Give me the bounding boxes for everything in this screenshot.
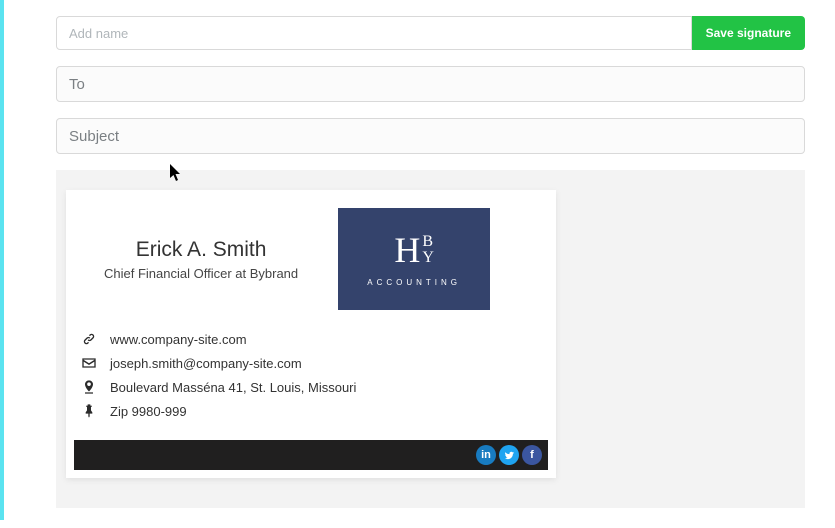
save-signature-button[interactable]: Save signature — [692, 16, 805, 50]
signature-header: Erick A. Smith Chief Financial Officer a… — [74, 208, 548, 330]
person-title: Chief Financial Officer at Bybrand — [104, 266, 298, 281]
to-input[interactable] — [56, 66, 805, 102]
address-text: Boulevard Masséna 41, St. Louis, Missour… — [110, 380, 356, 395]
twitter-icon[interactable] — [499, 445, 519, 465]
map-pin-icon — [80, 378, 98, 396]
accent-bar — [0, 0, 4, 520]
link-icon — [80, 330, 98, 348]
zip-row: Zip 9980-999 — [80, 402, 542, 420]
signature-card[interactable]: Erick A. Smith Chief Financial Officer a… — [66, 190, 556, 478]
logo-text: ACCOUNTING — [367, 278, 461, 287]
top-row: Save signature — [56, 16, 805, 50]
email-row: joseph.smith@company-site.com — [80, 354, 542, 372]
website-text: www.company-site.com — [110, 332, 247, 347]
zip-text: Zip 9980-999 — [110, 404, 187, 419]
person-name: Erick A. Smith — [104, 238, 298, 262]
name-block: Erick A. Smith Chief Financial Officer a… — [104, 238, 298, 281]
pin-icon — [80, 402, 98, 420]
signature-preview-area: Erick A. Smith Chief Financial Officer a… — [56, 170, 805, 508]
website-row: www.company-site.com — [80, 330, 542, 348]
signature-name-input[interactable] — [56, 16, 692, 50]
address-row: Boulevard Masséna 41, St. Louis, Missour… — [80, 378, 542, 396]
subject-input[interactable] — [56, 118, 805, 154]
linkedin-icon[interactable]: in — [476, 445, 496, 465]
envelope-icon — [80, 354, 98, 372]
logo-block: H BY ACCOUNTING — [338, 208, 490, 310]
signature-info: www.company-site.com joseph.smith@compan… — [74, 330, 548, 440]
facebook-icon[interactable]: f — [522, 445, 542, 465]
logo-mark: H BY — [394, 232, 434, 268]
signature-footer-bar: in f — [74, 440, 548, 470]
email-text: joseph.smith@company-site.com — [110, 356, 302, 371]
editor-container: Save signature Erick A. Smith Chief Fina… — [16, 0, 835, 528]
company-logo: H BY ACCOUNTING — [338, 208, 490, 310]
